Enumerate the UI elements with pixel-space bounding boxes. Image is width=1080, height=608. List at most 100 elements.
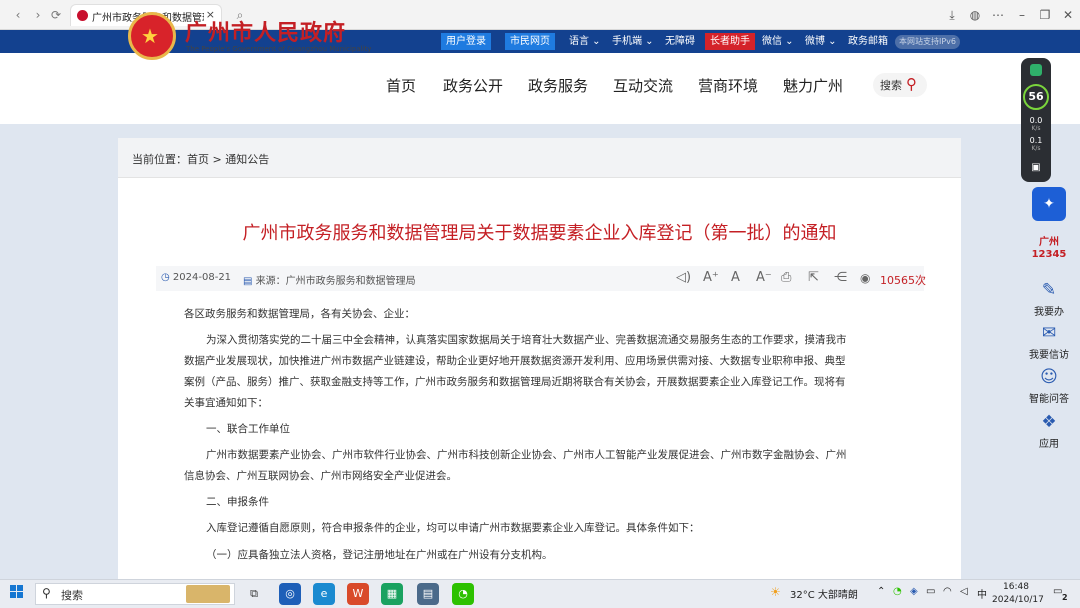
edit-icon: ✎ bbox=[1041, 280, 1057, 300]
wechat-label: 微信 bbox=[762, 36, 782, 47]
font-default-icon[interactable]: A bbox=[731, 270, 740, 285]
site-favicon-icon bbox=[77, 10, 88, 21]
clock-date[interactable]: 2024/10/17 bbox=[992, 595, 1044, 605]
tray-shield-icon[interactable]: ◈ bbox=[910, 586, 918, 597]
paragraph: 信息协会、广州互联网协会、广州市网络安全产业促进会。 bbox=[184, 470, 457, 482]
upload-speed: 0.0 bbox=[1029, 116, 1043, 125]
refresh-icon[interactable]: ⟳ bbox=[48, 7, 64, 23]
download-icon[interactable]: ⤓ bbox=[944, 7, 960, 23]
article-title: 广州市政务服务和数据管理局关于数据要素企业入库登记（第一批）的通知 bbox=[242, 223, 837, 244]
camera-icon[interactable]: ▣ bbox=[1021, 162, 1051, 173]
font-smaller-icon[interactable]: A⁻ bbox=[756, 270, 772, 285]
tray-battery-icon[interactable]: ▭ bbox=[926, 586, 935, 597]
nav-gov-services[interactable]: 政务服务 bbox=[528, 75, 588, 96]
breadcrumb-home[interactable]: 首页 bbox=[187, 153, 209, 166]
app-icon[interactable]: ▦ bbox=[381, 583, 403, 605]
paragraph: 入库登记遵循自愿原则，符合申报条件的企业，均可以申请广州市数据要素企业入库登记。… bbox=[206, 522, 700, 534]
wps-icon[interactable]: W bbox=[347, 583, 369, 605]
publish-date: 2024-08-21 bbox=[172, 272, 232, 283]
search-icon: ⚲ bbox=[906, 75, 917, 93]
restore-icon[interactable]: ❐ bbox=[1037, 7, 1053, 23]
weibo-label: 微博 bbox=[805, 36, 825, 47]
tray-wechat-icon[interactable]: ◔ bbox=[893, 586, 902, 597]
windows-start-icon[interactable] bbox=[10, 585, 24, 599]
edge-browser-icon[interactable]: e bbox=[313, 583, 335, 605]
taskbar-search[interactable]: ⚲ 搜索 bbox=[35, 583, 235, 605]
breadcrumb-current[interactable]: 通知公告 bbox=[225, 153, 269, 166]
language-menu[interactable]: 语言 ⌄ bbox=[569, 34, 601, 49]
mobile-label: 手机端 bbox=[612, 36, 642, 47]
wechat-menu[interactable]: 微信 ⌄ bbox=[762, 34, 794, 49]
mobile-menu[interactable]: 手机端 ⌄ bbox=[612, 34, 654, 49]
search-label: 搜索 bbox=[880, 79, 902, 92]
elder-assistant-button[interactable]: 长者助手 bbox=[705, 33, 755, 50]
sidebar-item-qa[interactable]: ☺ 智能问答 bbox=[1028, 367, 1070, 405]
shield-check-icon bbox=[1030, 64, 1042, 76]
search-app-icon[interactable]: ◎ bbox=[279, 583, 301, 605]
paragraph: 为深入贯彻落实党的二十届三中全会精神，认真落实国家数据局关于培育壮大数据产业、完… bbox=[206, 334, 847, 346]
back-icon[interactable]: ‹ bbox=[10, 7, 26, 23]
nav-gov-affairs[interactable]: 政务公开 bbox=[443, 75, 503, 96]
search-button[interactable]: 搜索 ⚲ bbox=[873, 73, 927, 97]
wechat-icon[interactable]: ◔ bbox=[452, 583, 474, 605]
tray-network-icon[interactable]: ◠ bbox=[943, 586, 952, 597]
tray-volume-icon[interactable]: ◁ bbox=[960, 586, 968, 597]
breadcrumb-prefix: 当前位置： bbox=[132, 153, 187, 166]
paragraph: 关事宜通知如下： bbox=[184, 397, 268, 409]
font-larger-icon[interactable]: A⁺ bbox=[703, 270, 719, 285]
file-app-icon[interactable]: ▤ bbox=[417, 583, 439, 605]
export-icon[interactable]: ⇱ bbox=[808, 270, 819, 285]
login-button[interactable]: 用户登录 bbox=[441, 33, 491, 50]
section-heading: 一、联合工作单位 bbox=[206, 423, 290, 435]
clock-time[interactable]: 16:48 bbox=[1003, 582, 1029, 592]
accessible-link[interactable]: 无障碍 bbox=[665, 34, 695, 49]
read-aloud-icon[interactable]: ◁) bbox=[676, 270, 691, 285]
citizen-page-button[interactable]: 市民网页 bbox=[505, 33, 555, 50]
close-window-icon[interactable]: ✕ bbox=[1060, 7, 1076, 23]
more-icon[interactable]: ⋯ bbox=[990, 7, 1006, 23]
sidebar-item-apps[interactable]: ❖ 应用 bbox=[1028, 412, 1070, 450]
nav-interaction[interactable]: 互动交流 bbox=[613, 75, 673, 96]
hotline-12345[interactable]: 广州 12345 bbox=[1030, 237, 1068, 261]
ime-indicator[interactable]: 中 bbox=[977, 586, 987, 601]
view-count: 10565次 bbox=[880, 274, 926, 287]
language-label: 语言 bbox=[569, 36, 589, 47]
notification-count: 2 bbox=[1062, 593, 1068, 602]
search-highlight-icon bbox=[186, 585, 230, 603]
gov-mail-link[interactable]: 政务邮箱 bbox=[848, 34, 888, 49]
site-english-name: The People's Government of Guangzhou Mun… bbox=[186, 45, 372, 53]
weather-text[interactable]: 32°C 大部晴朗 bbox=[790, 586, 858, 601]
widget-score: 56 bbox=[1023, 84, 1049, 110]
sidebar-label: 智能问答 bbox=[1029, 394, 1069, 405]
forward-icon[interactable]: › bbox=[30, 7, 46, 23]
sidebar-label: 我要信访 bbox=[1029, 350, 1069, 361]
paragraph: 案例（产品、服务）推广、获取金融支持等工作，广州市政务服务和数据管理局近期将联合… bbox=[184, 376, 846, 388]
speed-widget[interactable]: 56 0.0 K/s 0.1 K/s ▣ bbox=[1021, 58, 1051, 182]
breadcrumb-separator: > bbox=[212, 153, 222, 166]
share-icon[interactable]: ⋲ bbox=[834, 270, 847, 285]
weibo-menu[interactable]: 微博 ⌄ bbox=[805, 34, 837, 49]
robot-icon: ☺ bbox=[1040, 367, 1058, 387]
nav-home[interactable]: 首页 bbox=[386, 75, 416, 96]
sidebar-item-do[interactable]: ✎ 我要办 bbox=[1028, 280, 1070, 318]
minimize-icon[interactable]: – bbox=[1014, 7, 1030, 23]
task-view-icon[interactable]: ⧉ bbox=[243, 583, 265, 605]
taskbar-search-label: 搜索 bbox=[61, 589, 83, 602]
tray-expand-icon[interactable]: ⌃ bbox=[877, 586, 885, 597]
nav-business[interactable]: 营商环境 bbox=[698, 75, 758, 96]
hotline-number: 12345 bbox=[1031, 249, 1067, 260]
print-icon[interactable]: ⎙ bbox=[781, 270, 791, 285]
gov-app-icon[interactable]: ✦ bbox=[1032, 187, 1066, 221]
paragraph: 数据产业发展现状，加快推进广州市数据产业链建设，帮助企业更好地开展数据资源开发利… bbox=[184, 355, 846, 367]
site-name[interactable]: 广州市人民政府 bbox=[185, 15, 346, 47]
sidebar-label: 应用 bbox=[1039, 439, 1059, 450]
download-unit: K/s bbox=[1031, 145, 1041, 152]
document-icon: ▤ bbox=[243, 276, 253, 287]
source-label: 来源： bbox=[255, 276, 286, 287]
sidebar-item-petition[interactable]: ✉ 我要信访 bbox=[1028, 323, 1070, 361]
upload-unit: K/s bbox=[1031, 125, 1041, 132]
sidebar-label: 我要办 bbox=[1034, 307, 1064, 318]
national-emblem-icon: ★ bbox=[128, 12, 176, 60]
nav-charm[interactable]: 魅力广州 bbox=[783, 75, 843, 96]
globe-icon[interactable]: ◍ bbox=[967, 7, 983, 23]
